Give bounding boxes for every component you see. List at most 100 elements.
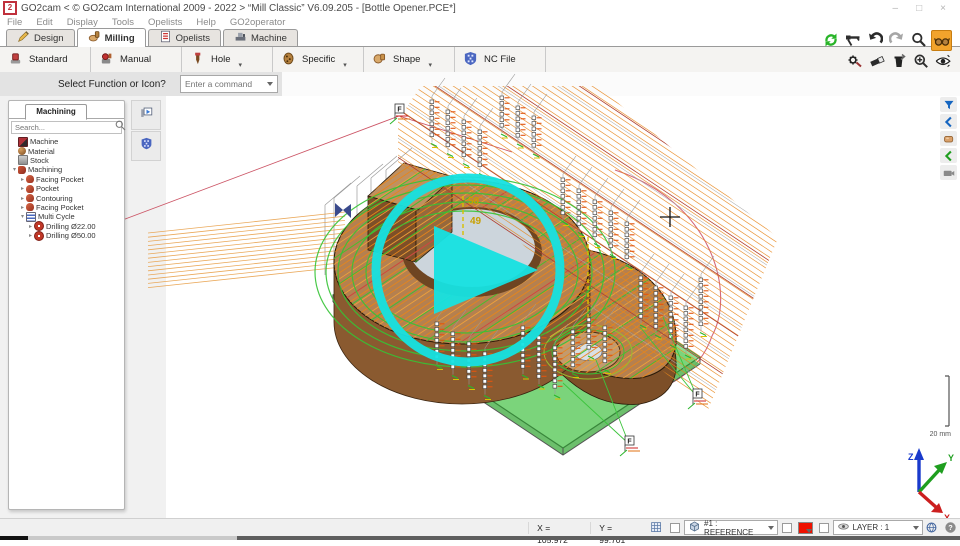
expander-icon[interactable]: ▾ bbox=[19, 213, 26, 220]
tree-item-drilling-50-00[interactable]: ▸Drilling Ø50.00 bbox=[11, 231, 121, 240]
ribbon-tab-milling[interactable]: Milling bbox=[77, 28, 146, 47]
command-combobox[interactable] bbox=[180, 75, 278, 93]
search-input[interactable] bbox=[12, 122, 114, 133]
video-progress-bar[interactable] bbox=[0, 536, 960, 540]
grid-icon[interactable] bbox=[650, 521, 665, 534]
cube-icon bbox=[688, 520, 701, 535]
chevron-down-icon bbox=[806, 529, 812, 533]
chevron-down-icon bbox=[768, 526, 774, 530]
expander-icon[interactable]: ▸ bbox=[19, 176, 26, 183]
app-icon: 2 bbox=[3, 1, 17, 15]
toolbar-button-specific[interactable]: Specific▾ bbox=[273, 47, 364, 72]
color-swatch[interactable] bbox=[798, 522, 813, 534]
toolbar-button-hole[interactable]: Hole▾ bbox=[182, 47, 273, 72]
toolbar-button-standard[interactable]: Standard bbox=[0, 47, 91, 72]
expander-icon[interactable]: ▸ bbox=[19, 204, 26, 211]
toolbar-button-nc-file[interactable]: NC File bbox=[455, 47, 546, 72]
filter-icon[interactable] bbox=[940, 97, 957, 112]
ribbon-tab-opelists[interactable]: Opelists bbox=[148, 29, 221, 46]
progress-segment-light bbox=[28, 536, 237, 540]
drill-icon bbox=[34, 231, 44, 241]
tree-item-pocket[interactable]: ▸Pocket bbox=[11, 184, 121, 193]
nc-shield-button[interactable] bbox=[131, 131, 161, 161]
maximize-button[interactable]: □ bbox=[916, 3, 922, 14]
minimize-button[interactable]: – bbox=[893, 3, 899, 14]
stock-icon bbox=[18, 155, 28, 165]
menu-item-help[interactable]: Help bbox=[196, 17, 216, 28]
ribbon-tab-design[interactable]: Design bbox=[6, 29, 75, 46]
tab-machining[interactable]: Machining bbox=[25, 104, 87, 120]
chevron-down-icon bbox=[913, 526, 919, 530]
eye-icon[interactable] bbox=[933, 51, 952, 70]
pencil-icon bbox=[17, 30, 30, 46]
chevron-down-icon: ▾ bbox=[239, 61, 243, 72]
menu-item-file[interactable]: File bbox=[7, 17, 22, 28]
progress-segment-dark bbox=[0, 536, 28, 540]
oplist-icon bbox=[159, 30, 172, 46]
tree-item-contouring[interactable]: ▸Contouring bbox=[11, 193, 121, 202]
command-bar: Select Function or Icon? bbox=[0, 72, 282, 96]
tree-item-stock[interactable]: Stock bbox=[11, 156, 121, 165]
help-icon[interactable]: ? bbox=[943, 521, 958, 534]
layer-checkbox[interactable] bbox=[819, 523, 829, 533]
machine-icon bbox=[18, 137, 28, 147]
tree-item-material[interactable]: Material bbox=[11, 146, 121, 155]
quick-toolbar-row2 bbox=[845, 51, 952, 70]
ribbon-tab-machine[interactable]: Machine bbox=[223, 29, 298, 46]
multicycle-icon bbox=[26, 212, 36, 222]
reference-select[interactable]: #1 : REFERENCE bbox=[684, 520, 778, 535]
menu-item-display[interactable]: Display bbox=[67, 17, 98, 28]
command-input[interactable] bbox=[181, 78, 265, 90]
cursor-y-readout: Y = 99.701 bbox=[590, 522, 647, 534]
tools-icon[interactable] bbox=[845, 51, 864, 70]
expander-icon[interactable]: ▸ bbox=[19, 185, 26, 192]
chevblue-icon[interactable] bbox=[940, 114, 957, 129]
search-box[interactable] bbox=[11, 121, 122, 134]
undo-icon[interactable] bbox=[865, 30, 884, 49]
glasses-icon[interactable] bbox=[931, 30, 952, 51]
menu-item-tools[interactable]: Tools bbox=[112, 17, 134, 28]
globe-icon[interactable] bbox=[925, 521, 940, 534]
tree-item-drilling-22-00[interactable]: ▸Drilling Ø22.00 bbox=[11, 222, 121, 231]
expander-icon[interactable]: ▸ bbox=[27, 223, 34, 230]
expander-icon[interactable]: ▾ bbox=[11, 166, 18, 173]
ncfile-icon bbox=[463, 51, 478, 69]
close-button[interactable]: × bbox=[940, 3, 946, 14]
expander-icon[interactable]: ▸ bbox=[19, 195, 26, 202]
toolbar-button-shape[interactable]: Shape▾ bbox=[364, 47, 455, 72]
ribbon-tab-row: DesignMillingOpelistsMachine bbox=[0, 29, 960, 47]
layer-select[interactable]: LAYER : 1 bbox=[833, 520, 923, 535]
layer-eye-icon bbox=[837, 520, 850, 535]
bucket-icon[interactable] bbox=[889, 51, 908, 70]
chevron-down-icon: ▾ bbox=[343, 61, 347, 72]
tree-item-machine[interactable]: Machine bbox=[11, 137, 121, 146]
caliper-icon[interactable] bbox=[843, 30, 862, 49]
zoom-icon[interactable] bbox=[909, 30, 928, 49]
command-row: Select Function or Icon? bbox=[0, 72, 960, 96]
tree-item-facing-pocket[interactable]: ▸Facing Pocket bbox=[11, 203, 121, 212]
simulation-button[interactable] bbox=[131, 100, 161, 130]
menu-item-go2operator[interactable]: GO2operator bbox=[230, 17, 285, 28]
toolbar-button-manual[interactable]: Manual bbox=[91, 47, 182, 72]
tree-item-machining[interactable]: ▾Machining bbox=[11, 165, 121, 174]
tree-item-multi-cycle[interactable]: ▾Multi Cycle bbox=[11, 212, 121, 221]
machining-panel: Machining MachineMaterialStock▾Machining… bbox=[8, 100, 125, 510]
camera-icon[interactable] bbox=[940, 165, 957, 180]
tree-item-facing-pocket[interactable]: ▸Facing Pocket bbox=[11, 175, 121, 184]
shield-icon bbox=[140, 137, 153, 155]
solid-icon[interactable] bbox=[940, 131, 957, 146]
simulation-icon bbox=[140, 106, 153, 124]
reference-checkbox[interactable] bbox=[670, 523, 680, 533]
redo-icon[interactable] bbox=[887, 30, 906, 49]
material-icon bbox=[18, 147, 26, 155]
color-checkbox[interactable] bbox=[782, 523, 792, 533]
menu-item-edit[interactable]: Edit bbox=[36, 17, 52, 28]
cursor-x-readout: X = 105.972 bbox=[528, 522, 590, 534]
menu-item-opelists[interactable]: Opelists bbox=[148, 17, 182, 28]
refresh-icon[interactable] bbox=[821, 30, 840, 49]
chevgreen-icon[interactable] bbox=[940, 148, 957, 163]
window-title: GO2cam < © GO2cam International 2009 - 2… bbox=[21, 3, 456, 14]
zoomplus-icon[interactable] bbox=[911, 51, 930, 70]
eraser-icon[interactable] bbox=[867, 51, 886, 70]
expander-icon[interactable]: ▸ bbox=[27, 232, 34, 239]
